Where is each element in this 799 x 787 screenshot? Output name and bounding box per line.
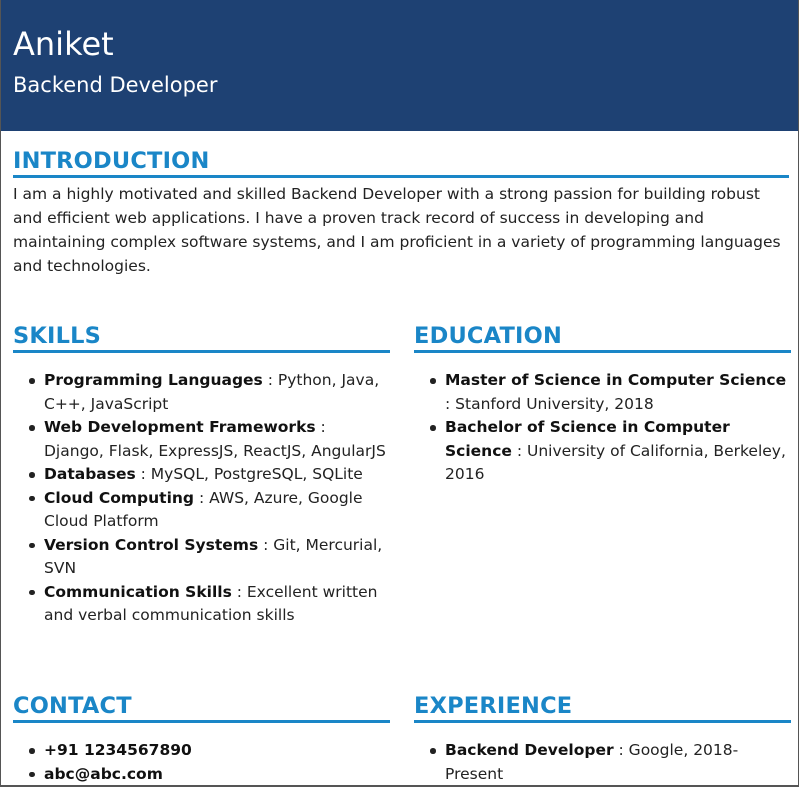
- education-list: Master of Science in Computer Science : …: [414, 369, 791, 487]
- experience-list: Backend Developer : Google, 2018-Present: [414, 739, 791, 785]
- introduction-text: I am a highly motivated and skilled Back…: [13, 185, 781, 275]
- skills-section: SKILLS Programming Languages : Python, J…: [13, 322, 390, 628]
- list-item-key: abc@abc.com: [44, 764, 163, 783]
- list-item: Master of Science in Computer Science : …: [430, 369, 791, 416]
- list-item-key: Cloud Computing: [44, 488, 195, 507]
- contact-list: +91 1234567890 abc@abc.com: [13, 739, 390, 786]
- list-item: Programming Languages : Python, Java, C+…: [29, 369, 390, 416]
- list-item: abc@abc.com: [29, 763, 390, 786]
- skills-title: SKILLS: [13, 322, 390, 353]
- skills-list: Programming Languages : Python, Java, C+…: [13, 369, 390, 628]
- list-item: Version Control Systems : Git, Mercurial…: [29, 534, 390, 581]
- experience-title: EXPERIENCE: [414, 692, 791, 723]
- candidate-role: Backend Developer: [13, 73, 218, 97]
- list-item: Cloud Computing : AWS, Azure, Google Clo…: [29, 487, 390, 534]
- introduction-title: INTRODUCTION: [13, 147, 789, 178]
- list-item-key: Master of Science in Computer Science: [445, 371, 787, 389]
- list-item-key: Version Control Systems: [44, 535, 259, 554]
- list-item: Databases : MySQL, PostgreSQL, SQLite: [29, 463, 390, 487]
- list-item-key: Databases: [44, 465, 136, 483]
- contact-title: CONTACT: [13, 692, 390, 723]
- education-section: EDUCATION Master of Science in Computer …: [414, 322, 791, 487]
- introduction-section: INTRODUCTION I am a highly motivated and…: [13, 147, 789, 278]
- contact-section: CONTACT +91 1234567890 abc@abc.com: [13, 692, 390, 786]
- list-item-key: Programming Languages: [44, 371, 263, 389]
- resume-page: Aniket Backend Developer INTRODUCTION I …: [0, 0, 799, 787]
- list-item-key: +91 1234567890: [44, 741, 192, 759]
- list-item: +91 1234567890: [29, 739, 390, 763]
- list-item: Web Development Frameworks : Django, Fla…: [29, 416, 390, 463]
- resume-header: Aniket Backend Developer: [1, 0, 798, 131]
- experience-section: EXPERIENCE Backend Developer : Google, 2…: [414, 692, 791, 785]
- list-item-key: Communication Skills: [44, 582, 232, 601]
- list-item: Communication Skills : Excellent written…: [29, 581, 390, 628]
- list-item-key: Backend Developer: [445, 741, 614, 759]
- education-title: EDUCATION: [414, 322, 791, 353]
- list-item: Bachelor of Science in Computer Science …: [430, 416, 791, 487]
- candidate-name: Aniket: [13, 25, 114, 63]
- list-item: Backend Developer : Google, 2018-Present: [430, 739, 791, 785]
- list-item-value: : Stanford University, 2018: [445, 394, 654, 413]
- list-item-value: : MySQL, PostgreSQL, SQLite: [135, 465, 363, 483]
- list-item-key: Web Development Frameworks: [44, 418, 316, 436]
